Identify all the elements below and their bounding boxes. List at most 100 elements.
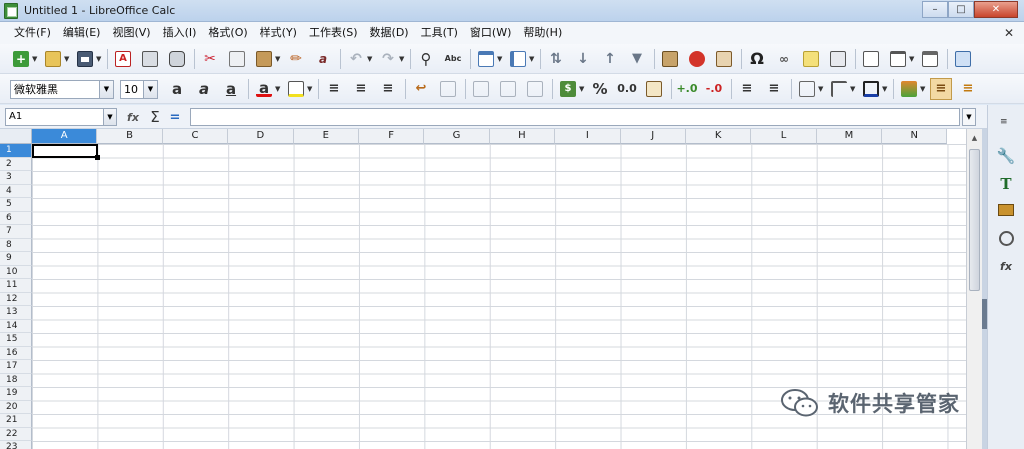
sort-descending-icon[interactable]: ↑ [599, 48, 621, 70]
border-color-icon[interactable] [860, 78, 882, 100]
row-header[interactable]: 11 [0, 279, 32, 293]
row-header[interactable]: 16 [0, 346, 32, 360]
font-name-box[interactable]: 微软雅黑 ▼ [10, 79, 114, 99]
sidebar-menu-icon[interactable]: ≡ [1000, 117, 1008, 127]
merge-cells-icon[interactable] [437, 78, 459, 100]
chevron-down-icon[interactable]: ▼ [143, 80, 157, 98]
save-icon[interactable] [74, 48, 96, 70]
currency-icon[interactable]: $ [557, 78, 579, 100]
border-style-icon[interactable] [828, 78, 850, 100]
chevron-down-icon[interactable]: ▼ [497, 55, 503, 63]
chevron-down-icon[interactable]: ▼ [275, 55, 281, 63]
row-header[interactable]: 12 [0, 292, 32, 306]
clone-format-icon[interactable]: ✏ [285, 48, 307, 70]
menu-styles[interactable]: 样式(Y) [254, 22, 303, 44]
chevron-down-icon[interactable]: ▼ [850, 85, 856, 93]
column-header[interactable]: J [620, 129, 686, 144]
maximize-button[interactable]: □ [948, 1, 974, 18]
gallery-icon[interactable] [995, 199, 1017, 221]
row-header[interactable]: 2 [0, 157, 32, 171]
close-document-icon[interactable]: ✕ [1004, 26, 1014, 40]
print-icon[interactable] [139, 48, 161, 70]
cut-icon[interactable]: ✂ [199, 48, 221, 70]
date-format-icon[interactable] [643, 78, 665, 100]
active-cell-cursor[interactable] [32, 144, 100, 160]
row-header[interactable]: 20 [0, 400, 32, 414]
pivot-table-icon[interactable] [713, 48, 735, 70]
open-icon[interactable] [42, 48, 64, 70]
chevron-down-icon[interactable]: ▼ [307, 85, 313, 93]
align-left-icon[interactable]: ≡ [323, 78, 345, 100]
scroll-up-icon[interactable]: ▲ [967, 131, 982, 145]
column-header[interactable]: G [424, 129, 490, 144]
more-options-icon[interactable]: ≡ [957, 78, 979, 100]
comment-icon[interactable] [800, 48, 822, 70]
row-header[interactable]: 3 [0, 171, 32, 185]
split-window-icon[interactable] [919, 48, 941, 70]
undo-icon[interactable]: ↶ [345, 48, 367, 70]
row-header[interactable]: 21 [0, 414, 32, 428]
column-header[interactable]: E [293, 129, 359, 144]
minimize-button[interactable]: – [922, 1, 948, 18]
scrollbar-thumb[interactable] [969, 149, 980, 291]
column-header[interactable]: M [816, 129, 883, 144]
show-draw-functions-icon[interactable] [952, 48, 974, 70]
close-window-button[interactable]: ✕ [974, 1, 1018, 18]
navigator-icon[interactable] [995, 227, 1017, 249]
row-header[interactable]: 13 [0, 306, 32, 320]
align-right-icon[interactable]: ≡ [377, 78, 399, 100]
sort-icon[interactable]: ⇅ [545, 48, 567, 70]
row-header[interactable]: 19 [0, 387, 32, 401]
chevron-down-icon[interactable]: ▼ [579, 85, 585, 93]
find-replace-icon[interactable]: ⚲ [415, 48, 437, 70]
chevron-down-icon[interactable]: ▼ [399, 55, 405, 63]
formula-icon[interactable]: = [166, 108, 184, 126]
menu-view[interactable]: 视图(V) [106, 22, 156, 44]
image-icon[interactable] [659, 48, 681, 70]
column-header[interactable]: B [97, 129, 163, 144]
chevron-down-icon[interactable]: ▼ [64, 55, 70, 63]
add-decimal-icon[interactable]: +.0 [676, 78, 698, 100]
menu-format[interactable]: 格式(O) [202, 22, 253, 44]
conditional-format-icon[interactable] [898, 78, 920, 100]
clear-format-icon[interactable]: a [312, 48, 334, 70]
row-header[interactable]: 6 [0, 211, 32, 225]
column-header[interactable]: K [685, 129, 752, 144]
row-header[interactable]: 23 [0, 441, 32, 449]
row-icon[interactable] [475, 48, 497, 70]
formula-input[interactable] [190, 108, 960, 126]
align-center-icon[interactable]: ≡ [350, 78, 372, 100]
menu-edit[interactable]: 编辑(E) [57, 22, 107, 44]
column-header[interactable]: D [228, 129, 294, 144]
new-icon[interactable]: + [10, 48, 32, 70]
menu-sheet[interactable]: 工作表(S) [303, 22, 364, 44]
underline-icon[interactable]: a [220, 78, 242, 100]
function-wizard-icon[interactable]: fx [124, 108, 142, 126]
chevron-down-icon[interactable]: ▼ [882, 85, 888, 93]
chevron-down-icon[interactable]: ▼ [96, 55, 102, 63]
chevron-down-icon[interactable]: ▼ [32, 55, 38, 63]
italic-icon[interactable]: a [193, 78, 215, 100]
column-header[interactable]: C [162, 129, 229, 144]
define-print-area-icon[interactable] [860, 48, 882, 70]
column-header[interactable]: F [358, 129, 425, 144]
menu-insert[interactable]: 插入(I) [157, 22, 203, 44]
chevron-down-icon[interactable]: ▼ [367, 55, 373, 63]
name-box[interactable]: A1 ▼ [5, 108, 117, 126]
sum-icon[interactable]: Σ [146, 108, 164, 126]
chevron-down-icon[interactable]: ▼ [275, 85, 281, 93]
bold-icon[interactable]: a [166, 78, 188, 100]
column-header[interactable]: A [32, 129, 98, 144]
print-preview-icon[interactable] [166, 48, 188, 70]
styles-icon[interactable]: T [995, 173, 1017, 195]
font-size-box[interactable]: 10 ▼ [120, 79, 158, 99]
row-header[interactable]: 7 [0, 225, 32, 239]
row-header[interactable]: 22 [0, 427, 32, 441]
chevron-down-icon[interactable]: ▼ [103, 109, 116, 125]
wrap-text-icon[interactable]: ↩ [410, 78, 432, 100]
background-color-icon[interactable] [285, 78, 307, 100]
row-header[interactable]: 8 [0, 238, 32, 252]
spellcheck-icon[interactable]: Abc [442, 48, 464, 70]
redo-icon[interactable]: ↷ [377, 48, 399, 70]
column-icon[interactable] [507, 48, 529, 70]
